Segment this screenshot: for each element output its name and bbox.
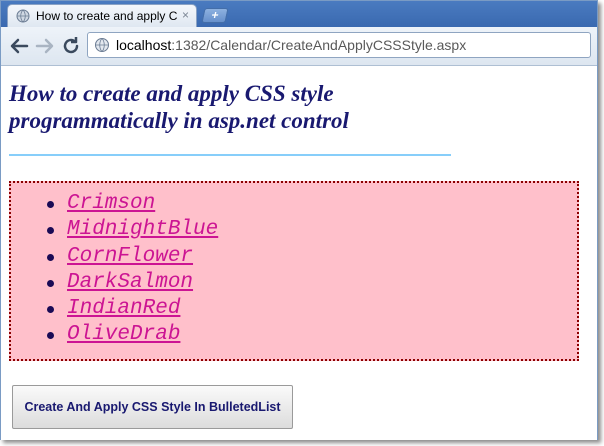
page-title-line-1: How to create and apply CSS style	[9, 81, 334, 106]
page-title: How to create and apply CSS style progra…	[9, 80, 449, 134]
page-content: How to create and apply CSS style progra…	[1, 66, 597, 440]
bullet-icon	[47, 227, 54, 235]
browser-tab[interactable]: How to create and apply CSS ×	[7, 4, 197, 27]
list-item-link[interactable]: IndianRed	[67, 297, 180, 320]
list-item-link[interactable]: DarkSalmon	[67, 271, 193, 294]
url-host: localhost	[116, 37, 172, 53]
list-item: IndianRed	[41, 296, 218, 322]
back-arrow-icon[interactable]	[7, 34, 31, 58]
navigation-toolbar: localhost:1382/Calendar/CreateAndApplyCS…	[1, 27, 597, 66]
reload-icon[interactable]	[59, 34, 83, 58]
browser-window: How to create and apply CSS × + localhos…	[0, 0, 598, 440]
url-text: localhost:1382/Calendar/CreateAndApplyCS…	[116, 37, 466, 53]
bullet-icon	[47, 279, 54, 287]
forward-arrow-icon[interactable]	[33, 34, 57, 58]
create-apply-css-button[interactable]: Create And Apply CSS Style In BulletedLi…	[12, 385, 293, 429]
bullet-icon	[47, 253, 54, 261]
bulleted-list: Crimson MidnightBlue CornFlower DarkSalm…	[41, 191, 218, 349]
list-item-link[interactable]: CornFlower	[67, 245, 193, 268]
tab-strip: How to create and apply CSS × +	[1, 1, 597, 27]
address-bar[interactable]: localhost:1382/Calendar/CreateAndApplyCS…	[87, 32, 591, 58]
list-item: OliveDrab	[41, 322, 218, 348]
bullet-icon	[47, 201, 54, 208]
bulleted-list-box: Crimson MidnightBlue CornFlower DarkSalm…	[9, 181, 579, 361]
tab-title: How to create and apply CSS	[36, 9, 178, 23]
globe-favicon-icon	[16, 9, 30, 23]
list-item-link[interactable]: MidnightBlue	[67, 218, 218, 241]
bullet-icon	[47, 306, 54, 314]
new-tab-icon[interactable]: +	[201, 8, 229, 23]
horizontal-rule	[9, 154, 451, 156]
page-title-line-2: programmatically in asp.net control	[9, 108, 349, 133]
list-item-link[interactable]: OliveDrab	[67, 323, 180, 346]
list-item: DarkSalmon	[41, 270, 218, 296]
page-icon	[95, 38, 109, 52]
close-icon[interactable]: ×	[182, 8, 189, 22]
list-item: MidnightBlue	[41, 217, 218, 243]
list-item-link[interactable]: Crimson	[67, 192, 155, 215]
list-item: CornFlower	[41, 244, 218, 270]
url-path: :1382/Calendar/CreateAndApplyCSSStyle.as…	[171, 37, 467, 53]
bullet-icon	[47, 332, 54, 340]
list-item: Crimson	[41, 191, 218, 217]
